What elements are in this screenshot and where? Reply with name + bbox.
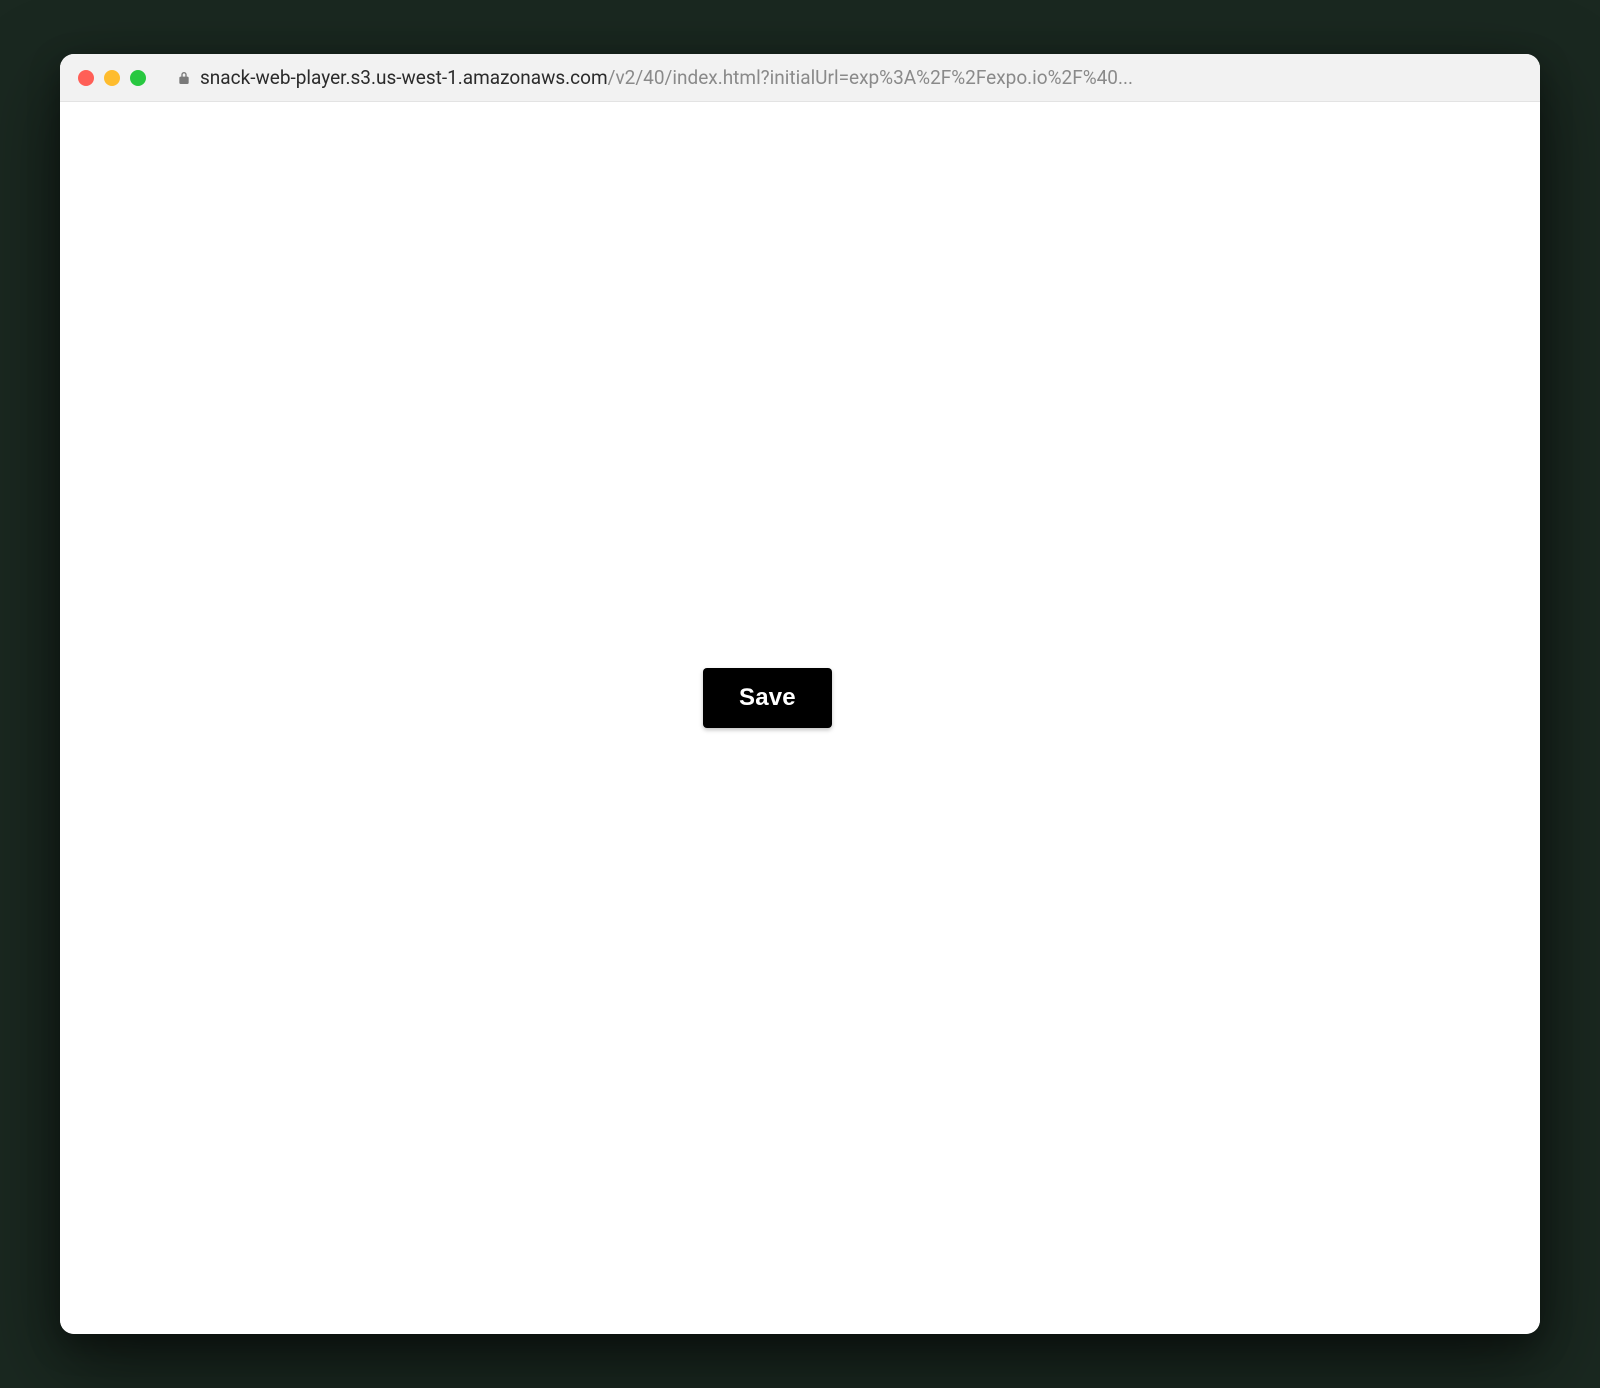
browser-window: snack-web-player.s3.us-west-1.amazonaws.… xyxy=(60,54,1540,1334)
titlebar: snack-web-player.s3.us-west-1.amazonaws.… xyxy=(60,54,1540,102)
address-bar[interactable]: snack-web-player.s3.us-west-1.amazonaws.… xyxy=(176,66,1522,89)
save-button[interactable]: Save xyxy=(703,668,832,728)
minimize-window-button[interactable] xyxy=(104,70,120,86)
fullscreen-window-button[interactable] xyxy=(130,70,146,86)
url-host: snack-web-player.s3.us-west-1.amazonaws.… xyxy=(200,66,608,89)
lock-icon xyxy=(176,70,192,86)
url-path: /v2/40/index.html?initialUrl=exp%3A%2F%2… xyxy=(608,66,1133,89)
page-content: Save xyxy=(60,102,1540,1334)
url-text: snack-web-player.s3.us-west-1.amazonaws.… xyxy=(200,66,1133,89)
traffic-lights xyxy=(78,70,146,86)
close-window-button[interactable] xyxy=(78,70,94,86)
